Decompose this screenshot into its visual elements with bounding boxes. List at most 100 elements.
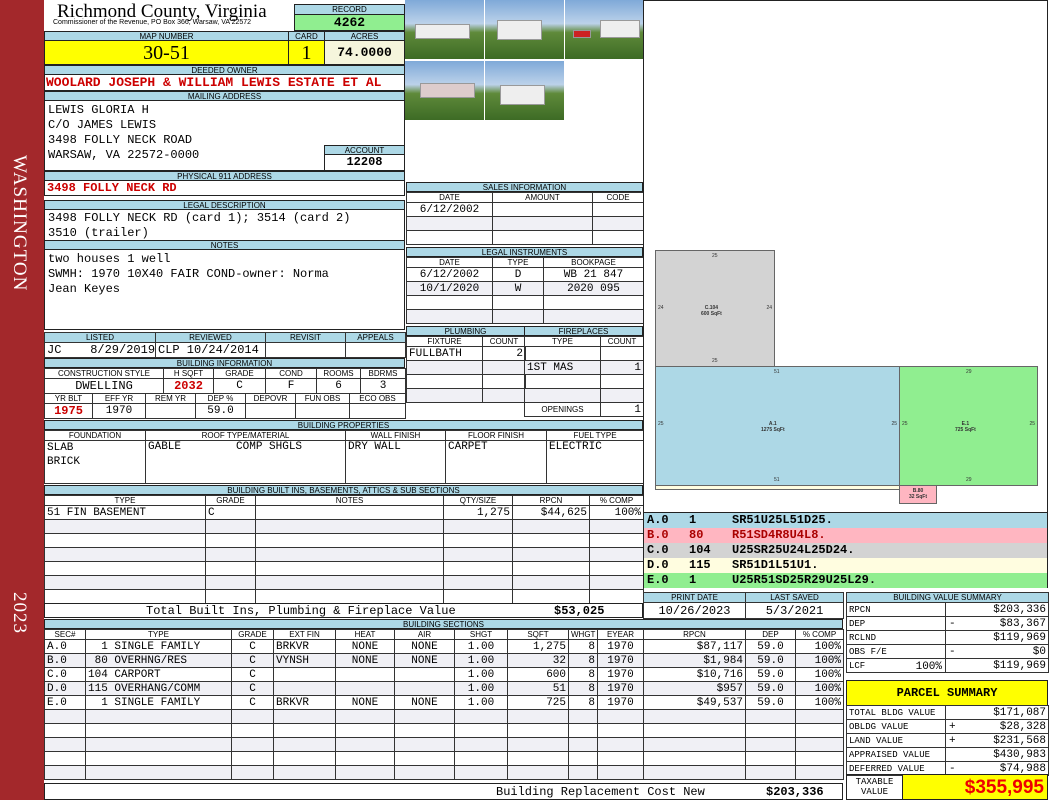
- heated-sqft: 2032: [163, 378, 214, 394]
- parcel-summary-title: PARCEL SUMMARY: [846, 680, 1048, 706]
- fixture-header: FIXTURE: [406, 336, 483, 347]
- table-cell: 1.00: [454, 695, 508, 710]
- column-header: TYPE: [85, 629, 232, 640]
- sketch-legend-row: C.0 104 U25SR25U24L25D24.: [643, 543, 1048, 558]
- sales-title: SALES INFORMATION: [406, 182, 643, 192]
- table-cell: 1ST MAS: [524, 360, 601, 375]
- condition: F: [265, 378, 317, 394]
- table-cell: D: [492, 267, 544, 282]
- building-info-row2: YR BLT EFF YR REM YR DEP % DEPOVR FUN OBS ECO …: [44, 393, 406, 419]
- map-number: 30-51: [44, 40, 289, 65]
- table-cell: VYNSH: [273, 653, 336, 668]
- table-cell: [44, 533, 206, 548]
- table-cell: [589, 561, 644, 576]
- table-cell: C.0: [44, 667, 86, 682]
- note-line: Jean Keyes: [48, 282, 121, 296]
- sketch-legend-row: A.0 1 SR51U25L51D25.: [643, 513, 1048, 528]
- table-cell: [443, 561, 513, 576]
- dim-label: 51: [774, 477, 780, 483]
- wall-header: WALL FINISH: [345, 430, 446, 441]
- fun-obs-header: FUN OBS: [295, 393, 350, 404]
- table-cell: [454, 737, 508, 752]
- bookpage-header: BOOKPAGE: [543, 257, 644, 268]
- blank-row: [44, 723, 844, 738]
- summary-row: RCLND $119,969: [846, 630, 1049, 645]
- table-cell: [231, 709, 274, 724]
- table-cell: 100%: [795, 653, 844, 668]
- table-cell: [205, 533, 256, 548]
- yr-blt-header: YR BLT: [44, 393, 93, 404]
- table-cell: [589, 575, 644, 590]
- table-cell: [597, 765, 644, 780]
- table-cell: [231, 751, 274, 766]
- account-number: 12208: [324, 155, 405, 171]
- builtins-total-value: $53,025: [554, 604, 605, 618]
- table-cell: [589, 533, 644, 548]
- table-cell: [745, 737, 796, 752]
- fuel-header: FUEL TYPE: [546, 430, 644, 441]
- grade-header: GRADE: [213, 368, 266, 379]
- summary-value: $430,983: [993, 748, 1046, 761]
- column-header: EYEAR: [597, 629, 644, 640]
- legal-description: 3498 FOLLY NECK RD (card 1); 3514 (card …: [44, 209, 405, 241]
- sections-table: SEC# TYPE GRADE EXT FIN HEAT AIR SHGT SQFT WHGT E…: [44, 629, 844, 780]
- table-cell: [524, 388, 601, 403]
- table-cell: [492, 216, 593, 231]
- table-cell: [273, 737, 336, 752]
- table-cell: 1970: [597, 667, 644, 682]
- table-cell: [568, 737, 598, 752]
- summary-row: LCF 100% $119,969: [846, 658, 1049, 673]
- foundation-value: SLAB: [47, 442, 74, 454]
- table-cell: [512, 533, 590, 548]
- table-cell: [255, 561, 444, 576]
- table-cell: 1,275: [507, 639, 569, 654]
- hsqft-header: H SQFT: [163, 368, 214, 379]
- table-cell: [394, 751, 455, 766]
- table-cell: [592, 216, 644, 231]
- table-cell: [454, 709, 508, 724]
- table-cell: [643, 709, 746, 724]
- builtin-row: 51 FIN BASEMENT C 1,275 $44,625 100%: [44, 505, 644, 520]
- table-cell: [85, 751, 232, 766]
- section-area: 1275 SqFt: [761, 427, 785, 433]
- table-cell: [44, 575, 206, 590]
- property-photo[interactable]: [405, 61, 484, 120]
- section-row: B.0 80 OVERHNG/RES C VYNSH NONE NONE 1.00 32 8 1…: [44, 653, 844, 668]
- section-row: D.0 115 OVERHANG/COMM C 1.00 51 8 1970 $957 59.0…: [44, 681, 844, 696]
- fireplace-row: 1ST MAS 1: [524, 360, 644, 375]
- column-header: RPCN: [643, 629, 746, 640]
- property-photo[interactable]: [405, 0, 484, 59]
- table-cell: [273, 667, 336, 682]
- table-cell: [524, 346, 601, 361]
- sketch-legend-row: B.0 80 R51SD4R8U4L8.: [643, 528, 1048, 543]
- account-box: ACCOUNT 12208: [324, 145, 405, 171]
- fireplace-row: [524, 374, 644, 389]
- table-cell: [205, 547, 256, 562]
- column-header: SEC#: [44, 629, 86, 640]
- table-cell: 6/12/2002: [406, 267, 493, 282]
- openings-count: 1: [600, 402, 644, 417]
- property-photo[interactable]: [485, 61, 564, 120]
- reviewed-header: REVIEWED: [155, 332, 266, 343]
- building-sketch[interactable]: 25 24 24 25 C.104 600 SqFt 51 25 25 51 A.1 1275 …: [643, 0, 1048, 513]
- builtins-total-label: Total Built Ins, Plumbing & Fireplace Va…: [146, 604, 456, 618]
- sale-code-header: CODE: [592, 192, 644, 203]
- table-cell: [507, 765, 569, 780]
- table-cell: [512, 519, 590, 534]
- table-cell: [600, 388, 644, 403]
- dim-label: 25: [712, 358, 718, 364]
- property-photo[interactable]: [565, 0, 644, 59]
- table-cell: [231, 765, 274, 780]
- legend-vector: U25R51SD25R29U25L29.: [732, 573, 877, 587]
- table-cell: [589, 519, 644, 534]
- table-cell: C: [231, 667, 274, 682]
- table-cell: [492, 295, 544, 310]
- legend-vector: R51SD4R8U4L8.: [732, 528, 826, 542]
- table-cell: 80 OVERHNG/RES: [85, 653, 232, 668]
- summary-value: $203,336: [993, 603, 1046, 616]
- table-cell: [406, 295, 493, 310]
- table-cell: [795, 723, 844, 738]
- property-photo[interactable]: [485, 0, 564, 59]
- photo-gallery: [405, 0, 644, 121]
- table-cell: [795, 737, 844, 752]
